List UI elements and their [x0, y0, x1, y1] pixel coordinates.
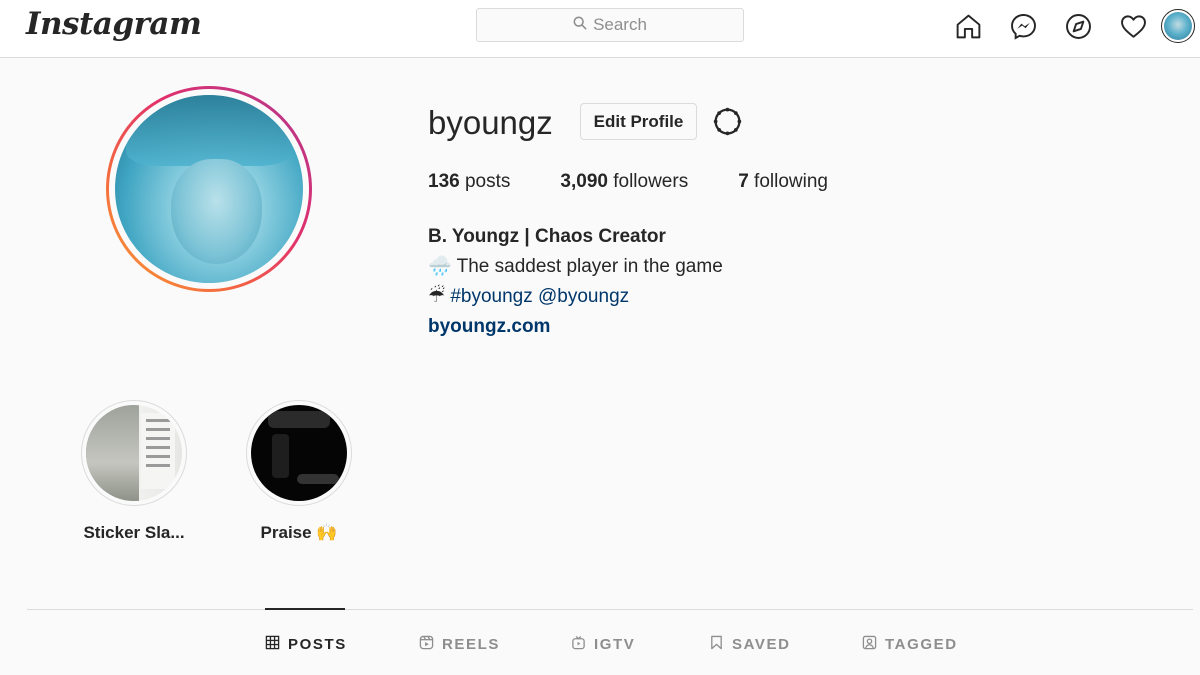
tab-reels[interactable]: REELS: [419, 634, 500, 654]
bio-line-1-text: The saddest player in the game: [451, 256, 723, 277]
bookmark-icon: [709, 635, 724, 654]
nav-icons: [941, 9, 1195, 43]
explore-icon[interactable]: [1051, 9, 1106, 43]
posts-stat: 136 posts: [428, 171, 510, 193]
igtv-icon: [571, 635, 586, 654]
heart-icon[interactable]: [1106, 9, 1161, 43]
following-count: 7: [738, 171, 749, 192]
profile-bio: B. Youngz | Chaos Creator 🌧️ The saddest…: [428, 222, 723, 342]
grid-icon: [265, 635, 280, 654]
followers-label: followers: [607, 171, 689, 192]
tab-label: SAVED: [732, 635, 791, 653]
search-placeholder: Search: [593, 15, 647, 34]
posts-label: posts: [459, 171, 511, 192]
home-icon[interactable]: [941, 9, 996, 43]
profile-stats: 136 posts 3,090 followers 7 following: [428, 171, 878, 193]
hashtag-link[interactable]: #byoungz: [450, 286, 532, 307]
tabs-divider: [27, 609, 1193, 610]
following-stat[interactable]: 7 following: [738, 171, 828, 193]
rain-cloud-emoji: 🌧️: [428, 256, 452, 277]
highlight-label: Praise 🙌: [260, 523, 338, 542]
story-highlight-sticker-slam[interactable]: Sticker Sla...: [64, 400, 204, 543]
profile-photo: [115, 95, 303, 283]
highlight-ring: [81, 400, 187, 506]
tab-label: POSTS: [288, 635, 347, 653]
tab-tagged[interactable]: TAGGED: [862, 634, 958, 654]
bio-line-2: ☔ #byoungz @byoungz: [428, 282, 723, 312]
bio-full-name: B. Youngz | Chaos Creator: [428, 226, 666, 247]
search-icon: [573, 15, 587, 35]
messenger-icon[interactable]: [996, 9, 1051, 43]
followers-stat[interactable]: 3,090 followers: [560, 171, 688, 193]
profile-avatar[interactable]: [106, 86, 312, 292]
reels-icon: [419, 635, 434, 654]
nav-profile-avatar[interactable]: [1161, 9, 1195, 43]
umbrella-rain-emoji: ☔: [428, 286, 446, 307]
tagged-person-icon: [862, 635, 877, 654]
tab-saved[interactable]: SAVED: [709, 634, 791, 654]
edit-profile-button[interactable]: Edit Profile: [580, 103, 697, 140]
tab-label: REELS: [442, 635, 501, 653]
avatar-image: [1164, 12, 1192, 40]
website-link[interactable]: byoungz.com: [428, 312, 723, 342]
followers-count: 3,090: [560, 171, 608, 192]
tab-posts[interactable]: POSTS: [265, 634, 347, 654]
posts-count: 136: [428, 171, 460, 192]
highlight-cover-image: [86, 405, 182, 501]
highlight-cover-image: [251, 405, 347, 501]
top-nav: Instagram Search: [0, 0, 1200, 58]
following-label: following: [748, 171, 828, 192]
instagram-logo[interactable]: Instagram: [26, 6, 202, 42]
profile-username: byoungz: [428, 104, 553, 141]
settings-gear-icon[interactable]: [711, 105, 744, 138]
bio-line-1: 🌧️ The saddest player in the game: [428, 252, 723, 282]
highlight-label: Sticker Sla...: [83, 523, 185, 542]
highlight-ring: [246, 400, 352, 506]
tab-igtv[interactable]: IGTV: [571, 634, 635, 654]
active-tab-indicator: [265, 608, 345, 610]
mention-link[interactable]: @byoungz: [538, 286, 629, 307]
tab-label: IGTV: [594, 635, 636, 653]
story-highlight-praise[interactable]: Praise 🙌: [229, 400, 369, 543]
tab-label: TAGGED: [885, 635, 958, 653]
search-input[interactable]: Search: [476, 8, 744, 42]
